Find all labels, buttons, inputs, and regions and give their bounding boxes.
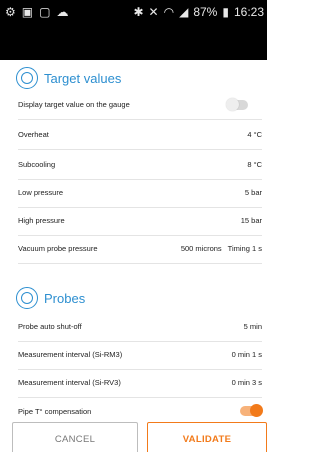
row-label: Measurement interval (Si-RV3)	[18, 378, 121, 387]
auto-shutoff-row[interactable]: Probe auto shut-off 5 min	[18, 312, 262, 342]
overheat-row[interactable]: Overheat 4 °C	[18, 120, 262, 150]
clock: 16:23	[233, 5, 264, 19]
section-title: Target values	[44, 70, 122, 86]
row-label: High pressure	[18, 216, 65, 225]
display-on-gauge-toggle[interactable]	[226, 97, 248, 111]
vacuum-row[interactable]: Vacuum probe pressure 500 microns Timing…	[18, 234, 262, 264]
row-label: Low pressure	[18, 188, 64, 197]
interval-rv3-value: 0 min 3 s	[231, 378, 262, 387]
row-label: Measurement interval (Si-RM3)	[18, 350, 123, 359]
row-label: Vacuum probe pressure	[18, 244, 98, 253]
cloud-icon: ☁	[56, 5, 69, 19]
row-label: Subcooling	[18, 160, 56, 169]
interval-rm3-row[interactable]: Measurement interval (Si-RM3) 0 min 1 s	[18, 340, 262, 370]
high-pressure-value: 15 bar	[240, 216, 262, 225]
image-icon: ▣	[21, 5, 34, 19]
row-label: Display target value on the gauge	[18, 100, 130, 109]
subcooling-value: 8 °C	[247, 160, 262, 169]
interval-rm3-value: 0 min 1 s	[231, 350, 262, 359]
mute-icon: ✕	[148, 5, 159, 19]
pipe-comp-toggle[interactable]	[240, 404, 263, 417]
screenshot-icon: ▢	[39, 5, 51, 19]
overheat-value: 4 °C	[247, 130, 262, 139]
battery-level: 87%	[193, 5, 218, 19]
vacuum-values: 500 microns Timing 1 s	[181, 244, 262, 253]
auto-shutoff-value: 5 min	[243, 322, 262, 331]
app-bar	[0, 28, 267, 60]
low-pressure-value: 5 bar	[244, 188, 262, 197]
vacuum-value: 500 microns	[180, 244, 222, 253]
status-right: ✱ ✕ ◠ ◢ 87% ▮ 16:23	[133, 5, 264, 19]
section-title: Probes	[44, 290, 86, 306]
high-pressure-row[interactable]: High pressure 15 bar	[18, 206, 262, 236]
signal-icon: ◢	[179, 5, 189, 19]
target-values-header: Target values	[16, 67, 121, 89]
validate-button[interactable]: VALIDATE	[147, 422, 267, 452]
cancel-button[interactable]: CANCEL	[12, 422, 138, 452]
vacuum-timing: Timing 1 s	[227, 244, 262, 253]
target-icon	[16, 67, 38, 89]
row-label: Pipe T° compensation	[18, 406, 92, 416]
interval-rv3-row[interactable]: Measurement interval (Si-RV3) 0 min 3 s	[18, 368, 262, 398]
row-label: Overheat	[18, 130, 49, 139]
android-icon: ⚙	[5, 5, 16, 19]
status-left: ⚙ ▣ ▢ ☁	[5, 5, 68, 19]
probes-header: Probes	[16, 287, 85, 309]
low-pressure-row[interactable]: Low pressure 5 bar	[18, 178, 262, 208]
display-on-gauge-row[interactable]: Display target value on the gauge	[18, 90, 262, 120]
subcooling-row[interactable]: Subcooling 8 °C	[18, 150, 262, 180]
bluetooth-icon: ✱	[133, 5, 144, 19]
battery-icon: ▮	[222, 5, 229, 19]
row-label: Probe auto shut-off	[18, 322, 82, 331]
footer: CANCEL VALIDATE	[0, 420, 267, 452]
target-icon	[16, 287, 38, 309]
status-bar: ⚙ ▣ ▢ ☁ ✱ ✕ ◠ ◢ 87% ▮ 16:23	[0, 0, 267, 28]
wifi-icon: ◠	[163, 5, 175, 19]
